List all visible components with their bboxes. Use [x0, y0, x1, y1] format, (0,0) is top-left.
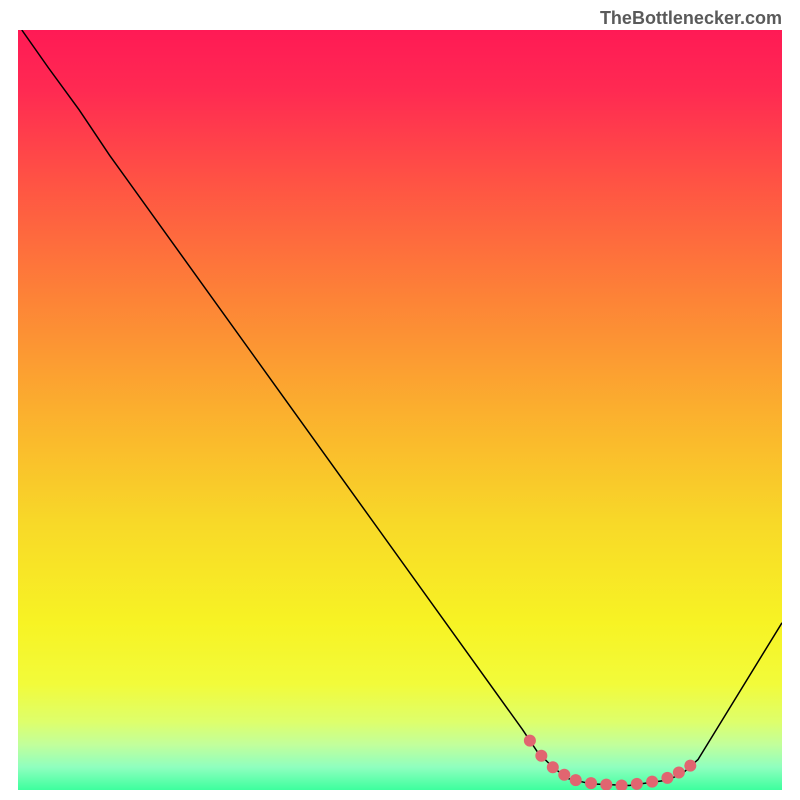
highlight-dot — [684, 760, 696, 772]
chart-container — [18, 30, 782, 790]
highlight-dot — [558, 769, 570, 781]
watermark-text: TheBottlenecker.com — [600, 8, 782, 29]
highlight-dot — [570, 774, 582, 786]
highlight-dot — [631, 778, 643, 790]
bottleneck-chart — [18, 30, 782, 790]
highlight-dot — [535, 750, 547, 762]
highlight-dot — [547, 761, 559, 773]
highlight-dot — [524, 735, 536, 747]
highlight-dot — [661, 772, 673, 784]
highlight-dot — [585, 777, 597, 789]
chart-gradient-bg — [18, 30, 782, 790]
highlight-dot — [646, 776, 658, 788]
highlight-dot — [673, 767, 685, 779]
